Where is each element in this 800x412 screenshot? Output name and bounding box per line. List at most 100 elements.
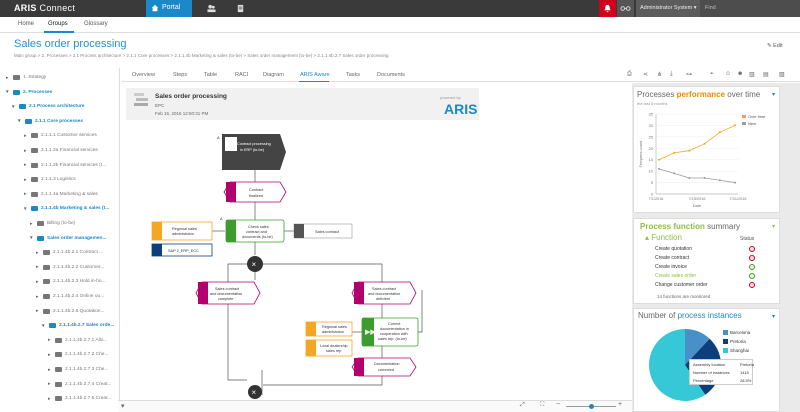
app-logo[interactable]: ARIS Connect: [14, 3, 75, 13]
tree-item[interactable]: ▾ 2.1.1 Core processes: [18, 116, 83, 127]
fullscreen-icon[interactable]: ⛶: [540, 402, 544, 409]
panel-menu-icon[interactable]: ▾: [772, 223, 775, 230]
expand-icon[interactable]: ▸: [48, 352, 52, 358]
collapse-icon[interactable]: ▾: [12, 104, 16, 110]
notification-button[interactable]: [599, 0, 616, 17]
expand-icon[interactable]: ▸: [24, 133, 28, 139]
collapse-icon[interactable]: ▾: [30, 235, 34, 241]
function-row[interactable]: Create contract: [655, 255, 689, 261]
expand-icon[interactable]: ▸: [30, 221, 34, 227]
tab-documents[interactable]: Documents: [377, 72, 405, 78]
filter-icon[interactable]: ⩡: [710, 71, 718, 78]
event-documentation-corrected[interactable]: Documentation corrected: [351, 357, 417, 377]
tab-raci[interactable]: RACI: [235, 72, 248, 78]
function-column-header[interactable]: ▴ Function: [645, 233, 682, 242]
book-icon[interactable]: ▤: [763, 71, 771, 78]
tree-item[interactable]: ▸ 2.1.1.4b.2.7.1 Allo...: [48, 335, 107, 346]
tree-item[interactable]: ▾ 2. Processes: [6, 87, 52, 98]
org-unit-local-dealership[interactable]: Local dealership sales rep: [305, 339, 353, 357]
function-row[interactable]: Create invoice: [655, 264, 687, 270]
expand-icon[interactable]: ▸: [36, 308, 40, 314]
tree-item[interactable]: ▸ 2.1.1.4b.2.6 Quotation...: [36, 306, 104, 317]
document-sales-contract[interactable]: Sales contract: [293, 223, 353, 239]
xor-connector[interactable]: ×: [247, 256, 263, 272]
print-icon[interactable]: ⎙: [627, 71, 635, 78]
chart-icon[interactable]: ▥: [749, 71, 757, 78]
tree-item[interactable]: ▸ 2.1.1.4b.2.4 Online ou...: [36, 291, 104, 302]
status-column-header[interactable]: Status: [740, 236, 754, 242]
tab-aris-aware[interactable]: ARIS Aware: [300, 72, 330, 78]
process-interface-node[interactable]: Contract processing in ERP (to-be): [222, 134, 286, 170]
people-icon[interactable]: ☻: [737, 71, 745, 78]
tree-item[interactable]: ▸ 2.1.1.2a Financial services: [24, 145, 98, 156]
tree-item[interactable]: ▸ 2.1.1.4b.2.7.4 Creat...: [48, 379, 111, 390]
expand-icon[interactable]: ▸: [48, 396, 52, 402]
expand-icon[interactable]: ▸: [48, 337, 52, 343]
person-icon[interactable]: ☺: [725, 71, 733, 78]
tree-view-icon[interactable]: ⊶: [686, 71, 694, 78]
download-icon[interactable]: ⤓: [670, 71, 678, 78]
function-check-sales-contract[interactable]: Check sales contract and documents (to-b…: [225, 219, 285, 243]
tree-item[interactable]: ▾ 2.1.1.4b.2.7 Sales orde...: [42, 320, 114, 331]
function-row[interactable]: Create quotation: [655, 246, 692, 252]
tree-item[interactable]: ▾ 2.1 Process architecture: [12, 101, 84, 112]
hierarchy-icon[interactable]: ⋔: [657, 71, 665, 78]
breadcrumb[interactable]: Main group > 2. Processes > 2.1 Process …: [14, 53, 388, 58]
expand-icon[interactable]: ▸: [24, 177, 28, 183]
chevron-down-icon[interactable]: ▾: [121, 402, 125, 410]
tab-table[interactable]: Table: [204, 72, 217, 78]
tab-tasks[interactable]: Tasks: [346, 72, 360, 78]
function-correct-documentation[interactable]: ▶▶ Correct documentation in cooperation …: [361, 317, 419, 347]
zoom-out-button[interactable]: −: [556, 401, 560, 408]
expand-icon[interactable]: ▸: [6, 75, 10, 81]
edit-button[interactable]: ✎ Edit: [767, 43, 783, 49]
search-input[interactable]: Find: [700, 0, 800, 17]
function-row[interactable]: Change customer order: [655, 282, 708, 288]
tree-item[interactable]: ▸ 2.1.1.3 Logistics: [24, 174, 76, 185]
expand-icon[interactable]: ▸: [48, 367, 52, 373]
tab-groups[interactable]: Groups: [48, 21, 68, 27]
tree-item[interactable]: ▾ 2.1.1.4b Marketing & sales (t...: [24, 203, 109, 214]
collapse-icon[interactable]: ▾: [18, 118, 22, 124]
tree-item[interactable]: ▸ 2.1.1.4b.2.7.3 Che...: [48, 364, 108, 375]
tree-item[interactable]: ▸ 2.1.1.4b.2.2 Customer...: [36, 262, 104, 273]
expand-icon[interactable]: ▸: [24, 148, 28, 154]
collapse-icon[interactable]: ▾: [42, 323, 46, 329]
image-icon[interactable]: ▧: [779, 71, 787, 78]
panel-menu-icon[interactable]: ▾: [772, 91, 775, 98]
event-contract-complete[interactable]: Sales contract and documentation complet…: [195, 281, 261, 305]
function-row[interactable]: Create sales order: [655, 273, 696, 279]
tree-item[interactable]: ▸ Billing (to-be): [30, 218, 75, 229]
tab-overview[interactable]: Overview: [132, 72, 155, 78]
portal-tab[interactable]: Portal: [146, 0, 192, 17]
epc-diagram[interactable]: Contract processing in ERP (to-be) A Con…: [122, 120, 632, 400]
expand-icon[interactable]: ▸: [36, 279, 40, 285]
fit-icon[interactable]: ⤢: [520, 402, 525, 409]
share-icon[interactable]: ⋖: [643, 71, 651, 78]
event-contract-deficient[interactable]: Sales contract and documentation deficie…: [351, 281, 417, 305]
tab-diagram[interactable]: Diagram: [263, 72, 284, 78]
glasses-button[interactable]: [617, 0, 634, 17]
expand-icon[interactable]: ▸: [36, 294, 40, 300]
expand-icon[interactable]: ▸: [36, 264, 40, 270]
collapse-icon[interactable]: ▾: [6, 89, 10, 95]
xor-connector-2[interactable]: ×: [248, 385, 262, 399]
expand-icon[interactable]: ▸: [48, 381, 52, 387]
expand-icon[interactable]: ▸: [36, 250, 40, 256]
event-contract-finalized[interactable]: Contract finalized: [223, 181, 287, 203]
collapse-icon[interactable]: ▾: [24, 206, 28, 212]
tree-item[interactable]: ▸ 1. Strategy: [6, 72, 46, 83]
expand-icon[interactable]: ▸: [24, 191, 28, 197]
documents-icon[interactable]: [236, 4, 245, 13]
zoom-in-button[interactable]: +: [618, 401, 622, 408]
expand-icon[interactable]: ▸: [24, 162, 28, 168]
tab-home[interactable]: Home: [18, 21, 34, 27]
tab-glossary[interactable]: Glossary: [84, 21, 108, 27]
tree-item[interactable]: ▸ 2.1.1.4b.2.3 Hold in-ho...: [36, 276, 106, 287]
panel-menu-icon[interactable]: ▾: [772, 313, 775, 320]
org-unit-regional-sales-admin-2[interactable]: Regional sales administrator: [305, 321, 353, 337]
users-icon[interactable]: [207, 4, 216, 13]
tree-item[interactable]: ▸ 2.1.1.2b Financial services (t...: [24, 160, 106, 171]
tree-item[interactable]: ▸ 2.1.1.1 Customer services: [24, 130, 97, 141]
tree-item[interactable]: ▸ 2.1.1.4b.2.1 Contract ...: [36, 247, 103, 258]
